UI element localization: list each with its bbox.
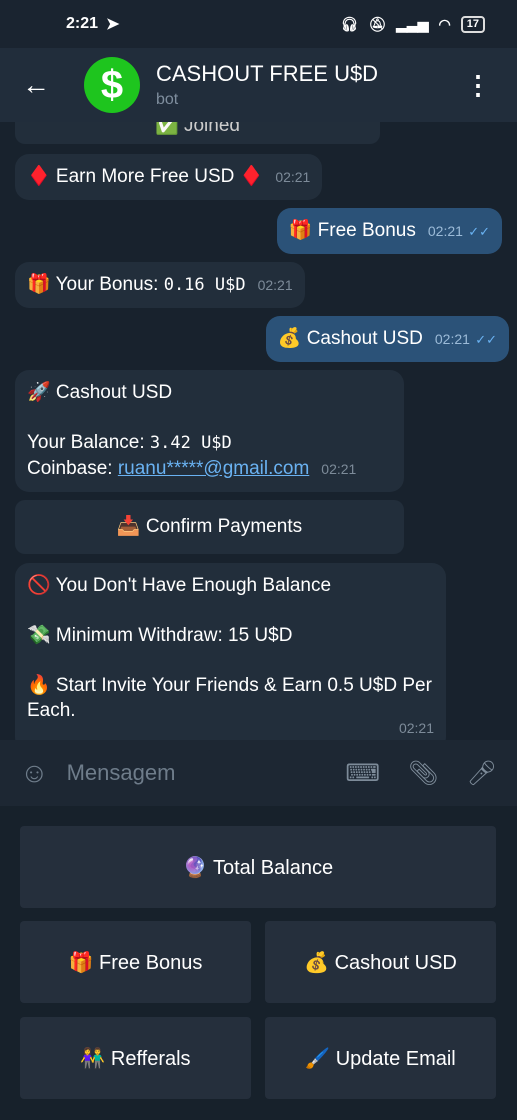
status-bar: 2:21 ➤ 🎧︎ 🔕︎ ▂▃▅ ◠ 17 [0, 0, 517, 48]
emoji-icon[interactable]: ☺ [20, 757, 49, 789]
read-check-icon: ✓✓ [468, 224, 490, 239]
attach-icon[interactable]: 📎︎ [408, 759, 438, 788]
battery-icon: 17 [460, 15, 485, 33]
chat-title[interactable]: CASHOUT FREE U$D [156, 61, 378, 87]
bot-keyboard: 🔮 Total Balance 🎁 Free Bonus 💰 Cashout U… [0, 806, 517, 1120]
back-arrow-icon[interactable]: ← [0, 69, 72, 101]
microphone-icon[interactable]: 🎤︎ [467, 759, 497, 788]
message-list[interactable]: ✅ Joined ♦️ Earn More Free USD ♦️ 02:21 🎁… [0, 122, 517, 740]
joined-button[interactable]: ✅ Joined [15, 122, 380, 144]
referrals-button[interactable]: 👫 Refferals [20, 1017, 251, 1099]
telegram-icon: ➤ [106, 16, 120, 33]
confirm-payments-button[interactable]: 📥 Confirm Payments [15, 500, 404, 554]
message-cashout: 💰 Cashout USD 02:21 ✓✓ [265, 316, 509, 362]
avatar[interactable]: $ [84, 57, 140, 113]
free-bonus-button[interactable]: 🎁 Free Bonus [20, 921, 251, 1003]
message-no-balance: 🚫 You Don't Have Enough Balance 💸 Minimu… [15, 563, 446, 740]
keyboard-icon[interactable]: ⌨ [345, 759, 380, 788]
chat-header: ← $ CASHOUT FREE U$D bot ⋮ [0, 48, 517, 122]
message-input[interactable]: Mensagem [67, 760, 318, 786]
chat-subtitle: bot [156, 91, 179, 108]
headphones-icon: 🎧︎ [340, 15, 359, 32]
total-balance-button[interactable]: 🔮 Total Balance [20, 826, 496, 908]
clock: 2:21 [66, 15, 99, 32]
update-email-button[interactable]: 🖌️ Update Email [265, 1017, 496, 1099]
mute-icon: 🔕︎ [368, 15, 387, 32]
message-free-bonus: 🎁 Free Bonus 02:21 ✓✓ [276, 208, 502, 254]
cashout-usd-button[interactable]: 💰 Cashout USD [265, 921, 496, 1003]
message-cashout-reply: 🚀 Cashout USD Your Balance: 3.42 U$D Coi… [15, 370, 404, 492]
wifi-icon: ◠ [438, 15, 451, 32]
message-earn: ♦️ Earn More Free USD ♦️ 02:21 [15, 154, 323, 200]
signal-icon: ▂▃▅ [396, 15, 429, 32]
more-menu-icon[interactable]: ⋮ [465, 70, 491, 101]
email-link[interactable]: ruanu*****@gmail.com [118, 458, 309, 479]
read-check-icon: ✓✓ [475, 332, 497, 347]
message-composer: ☺ Mensagem ⌨ 📎︎ 🎤︎ [0, 740, 517, 806]
message-your-bonus: 🎁 Your Bonus: 0.16 U$D 02:21 [15, 262, 305, 308]
